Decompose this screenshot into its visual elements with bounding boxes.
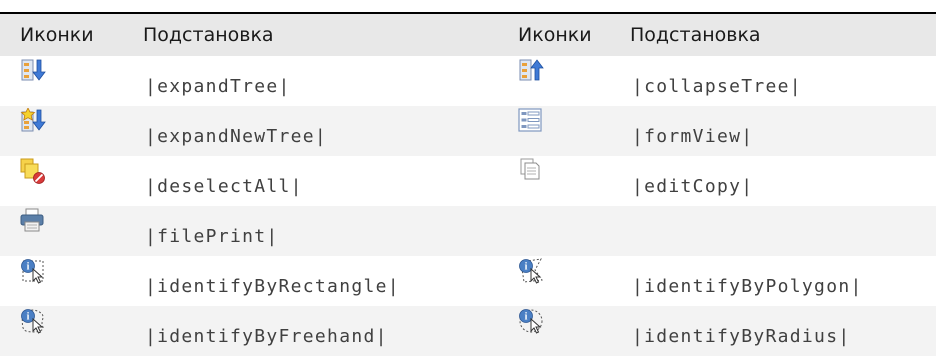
substitution-text: |identifyByFreehand| bbox=[145, 326, 388, 347]
substitution-text: |editCopy| bbox=[632, 176, 754, 197]
substitution-cell bbox=[620, 206, 936, 256]
expand-new-tree-icon bbox=[20, 108, 46, 134]
table-header: Иконки Подстановка Иконки Подстановка bbox=[0, 13, 936, 56]
substitution-cell: |formView| bbox=[620, 106, 936, 156]
icon-cell bbox=[498, 106, 620, 156]
substitution-cell: |identifyByFreehand| bbox=[133, 306, 498, 356]
icon-cell bbox=[0, 156, 133, 206]
collapse-tree-icon bbox=[518, 58, 544, 84]
substitution-text: |formView| bbox=[632, 126, 754, 147]
icon-cell: i bbox=[498, 256, 620, 306]
identify-by-polygon-icon: i bbox=[518, 258, 544, 284]
substitution-cell: |collapseTree| bbox=[620, 56, 936, 106]
expand-tree-icon bbox=[20, 58, 46, 84]
svg-text:i: i bbox=[27, 312, 30, 323]
icon-cell bbox=[0, 106, 133, 156]
substitution-text: |filePrint| bbox=[145, 226, 279, 247]
svg-text:i: i bbox=[525, 262, 528, 273]
substitution-cell: |expandNewTree| bbox=[133, 106, 498, 156]
icon-cell bbox=[0, 206, 133, 256]
substitution-cell: |identifyByRadius| bbox=[620, 306, 936, 356]
table-row: |filePrint| bbox=[0, 206, 936, 256]
table-row: i |identifyByRectangle| i |identifyByPol… bbox=[0, 256, 936, 306]
icon-cell: i bbox=[0, 256, 133, 306]
substitution-text: |expandNewTree| bbox=[145, 126, 328, 147]
icon-cell bbox=[498, 156, 620, 206]
substitution-text: |identifyByRectangle| bbox=[145, 276, 400, 297]
file-print-icon bbox=[20, 208, 46, 234]
substitution-text: |identifyByPolygon| bbox=[632, 276, 863, 297]
icon-cell: i bbox=[498, 306, 620, 356]
icon-cell bbox=[0, 56, 133, 106]
header-substitution-1: Подстановка bbox=[143, 24, 274, 46]
svg-text:i: i bbox=[525, 312, 528, 323]
substitution-text: |deselectAll| bbox=[145, 176, 303, 197]
substitution-cell: |identifyByPolygon| bbox=[620, 256, 936, 306]
icon-cell: i bbox=[0, 306, 133, 356]
svg-text:i: i bbox=[27, 262, 30, 273]
substitution-text: |expandTree| bbox=[145, 76, 291, 97]
table-header-row: Иконки Подстановка Иконки Подстановка bbox=[0, 13, 936, 56]
substitution-text: |identifyByRadius| bbox=[632, 326, 851, 347]
substitution-cell: |identifyByRectangle| bbox=[133, 256, 498, 306]
substitution-cell: |deselectAll| bbox=[133, 156, 498, 206]
table-row: |deselectAll| |editCopy| bbox=[0, 156, 936, 206]
identify-by-rectangle-icon: i bbox=[20, 258, 46, 284]
icon-cell bbox=[498, 206, 620, 256]
identify-by-freehand-icon: i bbox=[20, 308, 46, 334]
icon-cell bbox=[498, 56, 620, 106]
identify-by-radius-icon: i bbox=[518, 308, 544, 334]
table-row: |expandTree| |collapseTree| bbox=[0, 56, 936, 106]
header-substitution-2: Подстановка bbox=[630, 24, 761, 46]
edit-copy-icon bbox=[518, 158, 544, 184]
substitution-text: |collapseTree| bbox=[632, 76, 802, 97]
header-icons-2: Иконки bbox=[518, 24, 592, 46]
deselect-all-icon bbox=[20, 158, 46, 184]
table-body: |expandTree| |collapseTree| |expandNewTr… bbox=[0, 56, 936, 356]
header-icons-1: Иконки bbox=[20, 24, 94, 46]
substitutions-table: Иконки Подстановка Иконки Подстановка |e… bbox=[0, 12, 936, 356]
table-row: i |identifyByFreehand| i |identifyByRadi… bbox=[0, 306, 936, 356]
form-view-icon bbox=[518, 108, 544, 134]
substitution-cell: |filePrint| bbox=[133, 206, 498, 256]
table-row: |expandNewTree| |formView| bbox=[0, 106, 936, 156]
substitution-cell: |editCopy| bbox=[620, 156, 936, 206]
substitution-cell: |expandTree| bbox=[133, 56, 498, 106]
